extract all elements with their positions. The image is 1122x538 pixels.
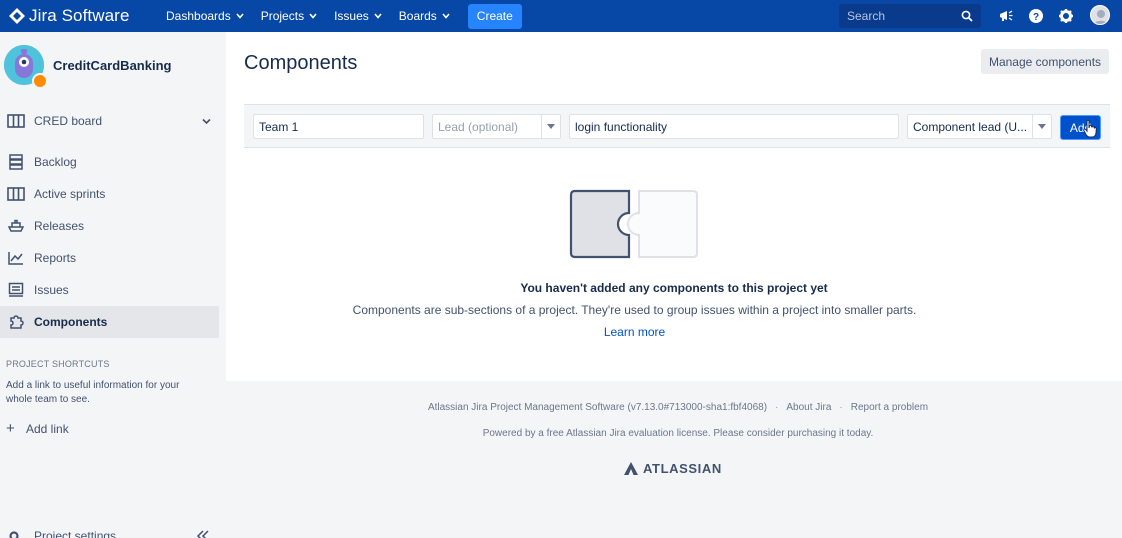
jira-logo[interactable]: Jira Software [9, 6, 149, 26]
board-columns-icon [7, 186, 25, 202]
help-icon[interactable]: ? [1028, 8, 1044, 24]
user-silhouette-icon [1093, 10, 1109, 24]
sidebar-item-label: Backlog [34, 155, 77, 169]
project-type-badge [32, 73, 48, 89]
empty-state-description: Components are sub-sections of a project… [352, 303, 917, 317]
sidebar-item-label: Reports [34, 251, 77, 265]
dropdown-toggle[interactable] [1032, 115, 1051, 138]
ship-icon [7, 218, 25, 234]
main-content: Components Manage components Team 1 Lead… [226, 32, 1122, 381]
plus-icon: + [6, 420, 15, 437]
menu-issues[interactable]: Issues [334, 9, 382, 23]
issues-icon [7, 282, 25, 298]
create-button[interactable]: Create [467, 3, 522, 29]
product-name: Jira Software [29, 6, 130, 25]
sidebar-item-label: Issues [34, 283, 69, 297]
empty-puzzle-illustration [569, 189, 698, 259]
footer-separator: · [839, 402, 843, 413]
assignee-value: Component lead (U... [913, 119, 1028, 134]
component-lead-select[interactable]: Lead (optional) [432, 114, 561, 139]
menu-boards-label: Boards [398, 9, 437, 23]
manage-components-button[interactable]: Manage components [981, 49, 1109, 74]
chart-line-icon [7, 250, 25, 266]
chevron-down-icon [442, 13, 450, 19]
footer-links: Atlassian Jira Project Management Softwa… [226, 402, 1122, 413]
shortcuts-description: Add a link to useful information for you… [6, 380, 180, 405]
sidebar-item-releases[interactable]: Releases [0, 210, 219, 242]
license-notice: Powered by a free Atlassian Jira evaluat… [482, 428, 874, 439]
hand-cursor-icon [1083, 120, 1097, 138]
component-description-input[interactable]: login functionality [569, 114, 899, 139]
top-navigation: Jira Software Dashboards Projects Issues… [0, 0, 1122, 32]
megaphone-icon[interactable] [998, 8, 1014, 24]
version-link[interactable]: Atlassian Jira Project Management Softwa… [428, 402, 767, 413]
sidebar-item-active-sprints[interactable]: Active sprints [0, 178, 219, 210]
sidebar-item-components[interactable]: Components [0, 306, 219, 338]
jira-diamond-icon [9, 8, 25, 24]
svg-text:?: ? [1033, 12, 1039, 23]
page-title: Components [244, 52, 358, 74]
project-name[interactable]: CreditCardBanking [53, 58, 171, 73]
chevron-down-icon [236, 13, 244, 19]
sidebar-board-selector[interactable]: CRED board [0, 105, 219, 137]
menu-projects-label: Projects [260, 9, 305, 23]
settings-gear-icon [7, 529, 25, 538]
add-link-label: Add link [26, 421, 69, 436]
gear-icon[interactable] [1058, 8, 1074, 24]
dropdown-toggle[interactable] [541, 115, 560, 138]
board-icon [7, 113, 25, 129]
menu-issues-label: Issues [334, 9, 369, 23]
sidebar-item-backlog[interactable]: Backlog [0, 146, 219, 178]
about-jira-link[interactable]: About Jira [786, 402, 831, 413]
project-settings-link[interactable]: Project settings [7, 529, 116, 538]
chevron-down-icon [374, 13, 382, 19]
default-assignee-select[interactable]: Component lead (U... [907, 114, 1052, 139]
project-sidebar: CreditCardBanking CRED board Backlog Act… [0, 32, 226, 538]
shortcuts-heading: PROJECT SHORTCUTS [6, 359, 110, 369]
chevron-down-icon [202, 118, 211, 125]
user-avatar[interactable] [1090, 5, 1110, 25]
add-link-button[interactable]: + Add link [6, 420, 69, 437]
sidebar-item-reports[interactable]: Reports [0, 242, 219, 274]
sidebar-item-label: Releases [34, 219, 85, 233]
caret-down-icon [1038, 123, 1046, 129]
search-placeholder: Search [847, 9, 886, 23]
collapse-sidebar-icon[interactable] [196, 530, 210, 538]
menu-projects[interactable]: Projects [261, 9, 317, 23]
board-label: CRED board [34, 114, 103, 128]
sidebar-item-label: Active sprints [34, 187, 106, 201]
empty-state-title: You haven't added any components to this… [520, 281, 828, 295]
search-icon [961, 10, 973, 22]
backlog-icon [7, 154, 25, 170]
page-footer: Atlassian Jira Project Management Softwa… [226, 381, 1122, 538]
project-settings-label: Project settings [34, 529, 117, 538]
menu-boards[interactable]: Boards [399, 9, 450, 23]
caret-down-icon [547, 123, 555, 129]
menu-dashboards[interactable]: Dashboards [166, 9, 244, 23]
atlassian-logo[interactable]: ATLASSIAN [624, 461, 722, 476]
add-component-form: Team 1 Lead (optional) login functionali… [244, 104, 1110, 148]
footer-separator: · [775, 402, 779, 413]
lead-placeholder: Lead (optional) [438, 119, 519, 134]
atlassian-mark-icon [624, 462, 638, 475]
search-input[interactable]: Search [839, 4, 981, 28]
learn-more-link[interactable]: Learn more [226, 325, 1043, 339]
project-avatar[interactable] [4, 45, 48, 89]
atlassian-wordmark: ATLASSIAN [643, 461, 722, 476]
sidebar-item-issues[interactable]: Issues [0, 274, 219, 306]
chevron-down-icon [309, 13, 317, 19]
puzzle-icon [7, 314, 25, 330]
sidebar-item-label: Components [34, 315, 108, 329]
report-problem-link[interactable]: Report a problem [851, 402, 928, 413]
component-name-input[interactable]: Team 1 [253, 114, 424, 139]
menu-dashboards-label: Dashboards [166, 9, 231, 23]
